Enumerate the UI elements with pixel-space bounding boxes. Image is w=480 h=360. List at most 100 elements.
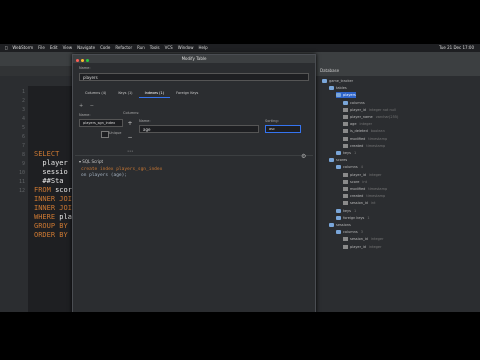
tree-item-label: age <box>350 122 357 127</box>
column-icon <box>343 201 348 206</box>
column-name-field[interactable]: age <box>139 125 259 133</box>
menu-window[interactable]: Window <box>178 44 194 52</box>
menu-vcs[interactable]: VCS <box>165 44 173 52</box>
apple-icon[interactable]:  <box>5 44 7 52</box>
line-number: 12 <box>18 188 25 194</box>
menu-view[interactable]: View <box>63 44 73 52</box>
code-line: sessio <box>34 168 76 177</box>
section-divider <box>75 155 313 156</box>
sorting-label: Sorting: <box>265 119 279 123</box>
tree-item[interactable]: keys 1 <box>336 150 356 156</box>
folder-icon <box>336 230 341 235</box>
columns-label: Columns: <box>123 111 140 115</box>
sql-keyword: FROM <box>34 186 51 194</box>
remove-icon[interactable]: − <box>90 103 94 109</box>
line-number: 5 <box>21 125 25 131</box>
more-icon[interactable]: ⋯ <box>125 145 135 159</box>
screen:  WebStorm File Edit View Navigate Code … <box>0 0 480 360</box>
tree-item[interactable]: age integer <box>343 121 372 127</box>
tree-item-label: keys <box>343 151 351 155</box>
column-icon <box>343 136 348 141</box>
tree-item-type: integer <box>368 244 382 249</box>
sql-preview-line: on players (age); <box>81 173 128 178</box>
tree-item-type: 3 <box>360 230 363 235</box>
tree-item[interactable]: player_id integer <box>343 172 381 178</box>
menu-navigate[interactable]: Navigate <box>77 44 95 52</box>
tree-item[interactable]: modified timestamp <box>343 186 387 192</box>
line-number: 6 <box>21 134 25 140</box>
line-number: 10 <box>18 170 25 176</box>
close-window-icon[interactable] <box>76 59 79 62</box>
sql-script-toggle[interactable]: ▾ SQL Script <box>79 159 103 164</box>
tree-item[interactable]: score int <box>343 179 367 185</box>
tree-item[interactable]: foreign keys 1 <box>336 215 370 221</box>
tree-item[interactable]: player_id integer <box>343 244 381 250</box>
tree-item[interactable]: tables <box>329 85 347 91</box>
column-icon <box>343 115 348 119</box>
tree-item[interactable]: scores <box>329 157 347 163</box>
menu-refactor[interactable]: Refactor <box>115 44 132 52</box>
tree-item[interactable]: created timestamp <box>343 193 385 199</box>
tree-item[interactable]: modified timestamp <box>343 136 387 142</box>
tree-item[interactable]: players <box>336 92 356 99</box>
add-column-icon[interactable]: + <box>125 117 135 131</box>
tree-item-label: session_id <box>350 201 368 206</box>
unique-checkbox[interactable] <box>101 131 109 138</box>
code-line: INNER JOIN <box>34 204 76 213</box>
app-menu[interactable]: WebStorm <box>12 44 33 52</box>
sql-editor[interactable]: 1 2 3 4 5 6 7 8 9 10 11 12 SELECT player sessio ##S… <box>0 86 76 312</box>
sql-identifier: ##Sta <box>34 177 64 185</box>
tree-item-label: modified <box>350 136 366 141</box>
tree-item-label: tables <box>336 86 347 91</box>
dialog-title: Modify Table <box>181 56 207 61</box>
tree-item[interactable]: player_name varchar(255) <box>343 114 398 120</box>
menu-run[interactable]: Run <box>137 44 145 52</box>
menu-code[interactable]: Code <box>100 44 110 52</box>
tree-item-label: players <box>343 93 356 98</box>
tree-item-type: timestamp <box>368 187 388 191</box>
menu-edit[interactable]: Edit <box>50 44 58 52</box>
tree-item[interactable]: game_tracker <box>322 78 353 84</box>
sql-identifier: player <box>34 159 68 167</box>
menu-file[interactable]: File <box>38 44 45 52</box>
index-name-field[interactable]: players_sgn_index <box>79 119 123 127</box>
tree-item-type: 1 <box>367 215 370 220</box>
zoom-window-icon[interactable] <box>86 59 89 62</box>
sorting-select[interactable]: asc <box>265 125 301 133</box>
remove-column-icon[interactable]: − <box>125 131 135 145</box>
tree-item[interactable]: keys 1 <box>336 208 356 214</box>
code-line: ##Sta <box>34 177 76 186</box>
tab-keys[interactable]: Keys (1) <box>112 89 138 98</box>
tree-item-label: score <box>350 179 360 184</box>
tree-item[interactable]: session_id int <box>343 200 375 206</box>
add-icon[interactable]: + <box>79 103 83 109</box>
tree-item[interactable]: is_deleted boolean <box>343 128 385 134</box>
tree-item[interactable]: sessions <box>329 222 351 228</box>
tab-indexes[interactable]: Indexes (1) <box>138 89 171 98</box>
mac-menubar:  WebStorm File Edit View Navigate Code … <box>0 44 480 52</box>
tree-item-type: integer <box>368 172 382 177</box>
tree-item[interactable]: columns 4 <box>336 164 363 170</box>
tree-item[interactable]: columns 3 <box>336 229 363 235</box>
tree-item-type: integer <box>370 237 384 242</box>
sql-identifier: pla <box>55 213 72 221</box>
code-line: ORDER BY p <box>34 231 76 240</box>
tree-item[interactable]: session_id integer <box>343 236 383 242</box>
code-area[interactable]: SELECT player sessio ##Sta FROM scor INNER… <box>34 150 76 240</box>
tree-item[interactable]: created timestamp <box>343 143 385 149</box>
sql-keyword: GROUP BY <box>34 222 68 230</box>
menu-help[interactable]: Help <box>198 44 207 52</box>
tab-foreign-keys[interactable]: Foreign Keys <box>170 89 204 98</box>
letterbox-top <box>0 0 480 44</box>
menu-tools[interactable]: Tools <box>150 44 160 52</box>
table-name-label: Name: <box>79 66 91 70</box>
minimize-window-icon[interactable] <box>81 59 84 62</box>
table-name-field[interactable]: players <box>79 73 309 81</box>
code-line: player <box>34 159 76 168</box>
tab-columns[interactable]: Columns (4) <box>79 89 112 98</box>
folder-icon <box>336 93 341 98</box>
gear-icon[interactable]: ⚙ <box>301 153 306 160</box>
tree-item[interactable]: player_id integer not null <box>343 107 396 113</box>
tree-item[interactable]: columns <box>343 100 365 106</box>
editor-tabs <box>0 66 72 76</box>
